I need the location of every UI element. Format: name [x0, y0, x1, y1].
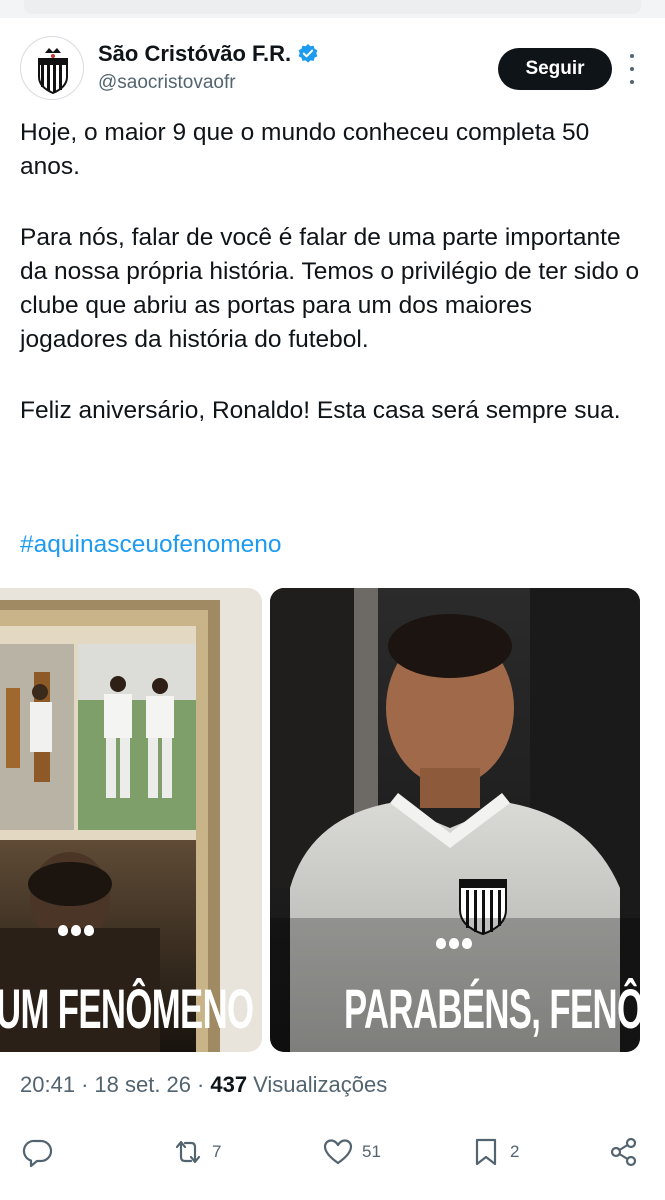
share-icon [610, 1137, 637, 1167]
club-crest-icon [22, 38, 83, 99]
more-icon[interactable] [626, 54, 638, 84]
views-label: Visualizações [253, 1072, 388, 1097]
post-meta: 20:41 · 18 set. 26 · 437 Visualizações [20, 1072, 387, 1098]
like-button[interactable]: 51 [322, 1126, 381, 1178]
media-grid: UM FENÔMENO PARABÉNS, FENÔ [0, 588, 640, 1052]
bookmark-icon [475, 1138, 497, 1166]
like-count: 51 [362, 1142, 381, 1161]
meta-separator: · [197, 1072, 205, 1097]
share-button[interactable] [608, 1126, 640, 1178]
left-caption: UM FENÔMENO [0, 977, 254, 1040]
reply-button[interactable] [22, 1126, 54, 1178]
repost-button[interactable]: 7 [172, 1126, 221, 1178]
views-count[interactable]: 437 [210, 1072, 247, 1098]
paw-icon [58, 925, 94, 936]
right-caption: PARABÉNS, FENÔMENO! [344, 977, 640, 1040]
repost-count: 7 [212, 1142, 222, 1161]
hashtag-link[interactable]: #aquinasceuofenomeno [20, 528, 282, 562]
post-header: São Cristóvão F.R. @saocristovaofr Segui… [20, 36, 645, 104]
media-image-left[interactable]: UM FENÔMENO [0, 588, 262, 1052]
media-image-right[interactable]: PARABÉNS, FENÔMENO! [270, 588, 640, 1052]
avatar[interactable] [20, 36, 84, 100]
post-paragraph: Para nós, falar de você é falar de uma p… [20, 224, 640, 353]
meta-separator: · [81, 1072, 89, 1097]
bookmark-button[interactable]: 2 [470, 1126, 519, 1178]
paw-icon [436, 938, 472, 949]
top-strip [0, 0, 665, 18]
bookmark-count: 2 [510, 1142, 520, 1161]
repost-icon [175, 1140, 201, 1164]
follow-button[interactable]: Seguir [498, 48, 612, 90]
handle[interactable]: @saocristovaofr [98, 72, 319, 94]
verified-icon [297, 43, 319, 65]
post-date[interactable]: 18 set. 26 [94, 1072, 191, 1098]
post-time[interactable]: 20:41 [20, 1072, 75, 1098]
account-names: São Cristóvão F.R. @saocristovaofr [98, 40, 319, 94]
like-icon [323, 1139, 353, 1165]
reply-icon [22, 1139, 53, 1168]
display-name[interactable]: São Cristóvão F.R. [98, 41, 291, 67]
post-paragraph: Hoje, o maior 9 que o mundo conheceu com… [20, 119, 590, 180]
post-text: Hoje, o maior 9 que o mundo conheceu com… [20, 116, 640, 428]
post-paragraph: Feliz aniversário, Ronaldo! Esta casa se… [20, 397, 621, 424]
action-bar: 7 51 2 [0, 1126, 665, 1178]
